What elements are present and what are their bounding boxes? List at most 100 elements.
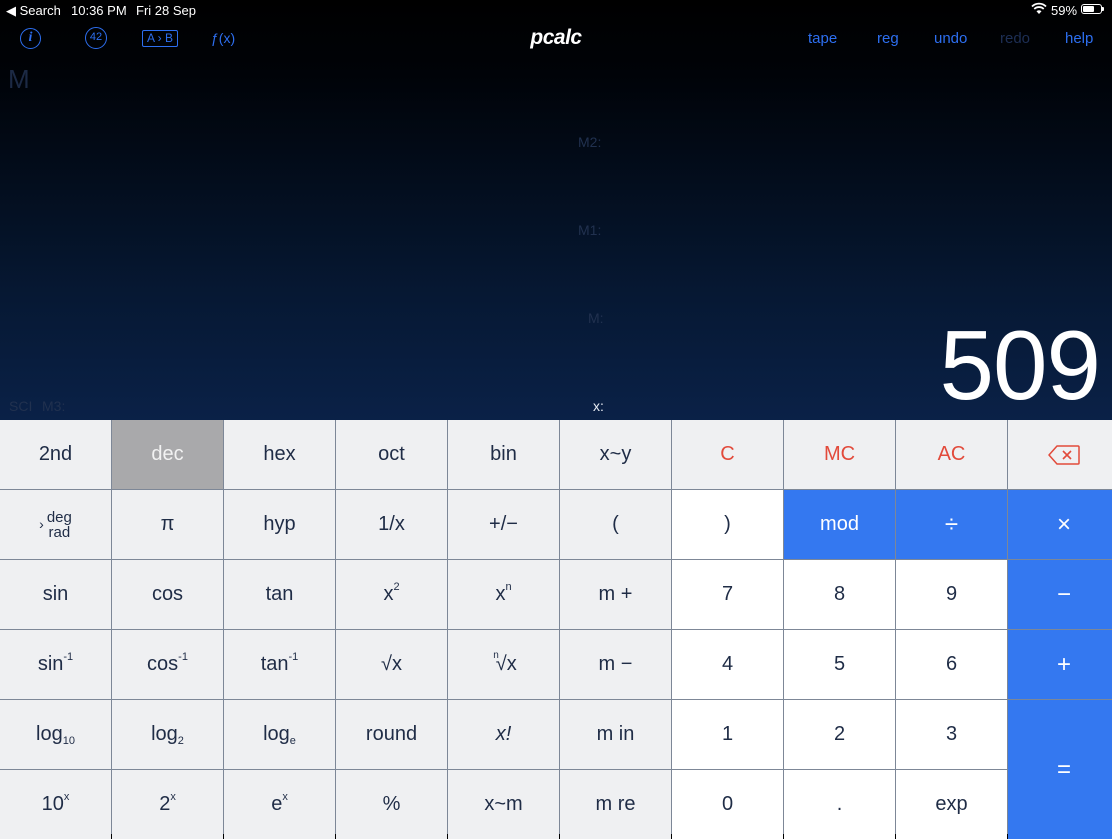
decimal-point-key[interactable]: . <box>784 770 895 839</box>
deg-label: deg <box>46 508 72 526</box>
digit-5-key[interactable]: 5 <box>784 630 895 699</box>
clear-key[interactable]: C <box>672 420 783 489</box>
log2-base: 2 <box>177 734 184 747</box>
ln-label: log <box>263 723 290 745</box>
log2-key[interactable]: log 2 <box>112 700 223 769</box>
log2-label: log <box>151 723 178 745</box>
subtract-key[interactable]: − <box>1008 560 1112 629</box>
status-bar: ◀ Search 10:36 PM Fri 28 Sep 59% <box>0 0 1112 20</box>
digit-0-key[interactable]: 0 <box>672 770 783 839</box>
backspace-key[interactable] <box>1008 420 1112 489</box>
x-register-value: 509 <box>939 310 1101 420</box>
cos-key[interactable]: cos <box>112 560 223 629</box>
deg-rad-key[interactable]: › deg rad <box>0 490 111 559</box>
second-function-key[interactable]: 2nd <box>0 420 111 489</box>
hyp-key[interactable]: hyp <box>224 490 335 559</box>
two-power-key[interactable]: 2x <box>112 770 223 839</box>
nth-root-label: √x <box>495 653 517 675</box>
tan-key[interactable]: tan <box>224 560 335 629</box>
arctan-label: tan <box>260 653 289 675</box>
tape-button[interactable]: tape <box>808 30 837 47</box>
sin-key[interactable]: sin <box>0 560 111 629</box>
redo-button[interactable]: redo <box>1000 30 1030 47</box>
swap-xm-key[interactable]: x~m <box>448 770 559 839</box>
ln-key[interactable]: log e <box>224 700 335 769</box>
back-to-search-link[interactable]: ◀ Search <box>6 3 61 19</box>
equals-key[interactable]: = <box>1008 700 1112 839</box>
log10-key[interactable]: log 10 <box>0 700 111 769</box>
nth-root-key[interactable]: n √x <box>448 630 559 699</box>
e-power-base: e <box>271 793 283 815</box>
arcsin-label: sin <box>37 653 64 675</box>
power-key[interactable]: xn <box>448 560 559 629</box>
ten-power-key[interactable]: 10 x <box>0 770 111 839</box>
oct-mode-key[interactable]: oct <box>336 420 447 489</box>
memory-clear-key[interactable]: MC <box>784 420 895 489</box>
square-key[interactable]: x2 <box>336 560 447 629</box>
factorial-key[interactable]: x! <box>448 700 559 769</box>
digit-8-key[interactable]: 8 <box>784 560 895 629</box>
left-paren-key[interactable]: ( <box>560 490 671 559</box>
register-x-label: x: <box>593 398 604 414</box>
memory-recall-key[interactable]: m re <box>560 770 671 839</box>
digit-3-key[interactable]: 3 <box>896 700 1007 769</box>
arccos-exponent: -1 <box>178 650 188 663</box>
arctan-exponent: -1 <box>288 650 299 663</box>
toolbar: i 42 A › B ƒ(x) pcalc tape reg undo redo… <box>0 24 1112 54</box>
arcsin-key[interactable]: sin -1 <box>0 630 111 699</box>
undo-button[interactable]: undo <box>934 30 967 47</box>
arcsin-exponent: -1 <box>63 650 74 663</box>
info-icon[interactable]: i <box>20 28 41 49</box>
rad-label: rad <box>48 523 71 541</box>
exp-key[interactable]: exp <box>896 770 1007 839</box>
digit-9-key[interactable]: 9 <box>896 560 1007 629</box>
bin-mode-key[interactable]: bin <box>448 420 559 489</box>
add-key[interactable]: + <box>1008 630 1112 699</box>
swap-xy-key[interactable]: x~y <box>560 420 671 489</box>
digit-2-key[interactable]: 2 <box>784 700 895 769</box>
status-date: Fri 28 Sep <box>136 3 196 18</box>
conversion-icon[interactable]: A › B <box>142 30 178 47</box>
power-base: x <box>495 583 506 605</box>
digit-1-key[interactable]: 1 <box>672 700 783 769</box>
negate-key[interactable]: +/− <box>448 490 559 559</box>
right-paren-key[interactable]: ) <box>672 490 783 559</box>
help-button[interactable]: help <box>1065 30 1093 47</box>
hex-mode-key[interactable]: hex <box>224 420 335 489</box>
mod-key[interactable]: mod <box>784 490 895 559</box>
memory-in-key[interactable]: m in <box>560 700 671 769</box>
memory-add-key[interactable]: m + <box>560 560 671 629</box>
register-m3-label: M3: <box>42 398 66 414</box>
memory-subtract-key[interactable]: m − <box>560 630 671 699</box>
arctan-key[interactable]: tan -1 <box>224 630 335 699</box>
functions-icon[interactable]: ƒ(x) <box>211 30 235 46</box>
battery-icon <box>1081 4 1104 14</box>
chevron-right-icon: › <box>39 516 44 532</box>
battery-percent: 59% <box>1051 3 1078 18</box>
power-exponent: n <box>505 580 512 593</box>
percent-key[interactable]: % <box>336 770 447 839</box>
app-title: pcalc <box>530 26 582 49</box>
dec-mode-key[interactable]: dec <box>112 420 223 489</box>
digit-6-key[interactable]: 6 <box>896 630 1007 699</box>
e-power-exponent: x <box>282 790 288 803</box>
divide-key[interactable]: ÷ <box>896 490 1007 559</box>
arccos-key[interactable]: cos -1 <box>112 630 223 699</box>
reciprocal-key[interactable]: 1/x <box>336 490 447 559</box>
two-power-exponent: x <box>170 790 176 803</box>
calculator-display: ◀ Search 10:36 PM Fri 28 Sep 59% i 42 A … <box>0 0 1112 420</box>
square-base: x <box>383 583 394 605</box>
round-key[interactable]: round <box>336 700 447 769</box>
two-power-base: 2 <box>159 793 171 815</box>
digit-4-key[interactable]: 4 <box>672 630 783 699</box>
reg-button[interactable]: reg <box>877 30 899 47</box>
answer-icon[interactable]: 42 <box>85 27 107 49</box>
all-clear-key[interactable]: AC <box>896 420 1007 489</box>
square-root-key[interactable]: √x <box>336 630 447 699</box>
e-power-key[interactable]: ex <box>224 770 335 839</box>
wifi-icon <box>1031 2 1047 18</box>
pi-key[interactable]: π <box>112 490 223 559</box>
multiply-key[interactable]: × <box>1008 490 1112 559</box>
arccos-label: cos <box>147 653 179 675</box>
digit-7-key[interactable]: 7 <box>672 560 783 629</box>
